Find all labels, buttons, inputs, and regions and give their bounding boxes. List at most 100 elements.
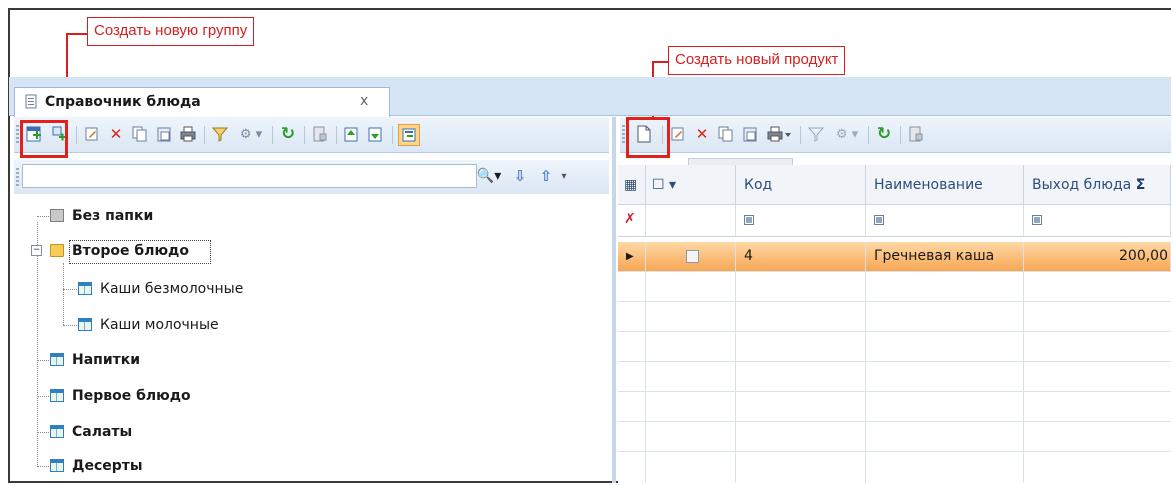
cell-name[interactable]: Гречневая каша <box>866 242 1024 271</box>
column-header-code[interactable]: Код <box>736 165 866 205</box>
tree-item-label: Каши молочные <box>100 317 219 333</box>
copy-icon[interactable] <box>130 124 150 144</box>
move-down-icon[interactable] <box>366 124 386 144</box>
table-row-empty <box>618 452 1171 482</box>
tree-line <box>37 396 49 398</box>
column-header-output[interactable]: Выход блюда Σ <box>1024 165 1171 205</box>
grid-line <box>865 272 866 483</box>
delete-icon[interactable]: ✕ <box>692 124 712 144</box>
cell-output[interactable]: 200,00 <box>1024 242 1171 271</box>
tools-dropdown-icon[interactable]: ⚙ ▾ <box>236 124 266 144</box>
refresh-icon[interactable]: ↻ <box>874 124 894 144</box>
more-options-icon[interactable]: ▾ <box>559 166 569 186</box>
folder-gray-icon <box>50 209 64 222</box>
separator <box>76 126 77 144</box>
annotation-new-group: Создать новую группу <box>87 17 255 46</box>
table-icon <box>78 282 92 295</box>
table-icon <box>50 459 64 472</box>
paste-icon[interactable] <box>740 124 760 144</box>
tree-item-label: Каши безмолочные <box>100 281 244 297</box>
select-all-header[interactable]: ☐ ▾ <box>646 165 736 205</box>
tree-line <box>37 466 49 468</box>
search-bar: 🔍▾ ⇩ ⇧ ▾ <box>14 160 609 194</box>
tools-dropdown-icon[interactable]: ⚙ ▾ <box>832 124 862 144</box>
edit-icon[interactable] <box>82 124 102 144</box>
export-icon[interactable] <box>906 124 926 144</box>
copy-icon[interactable] <box>716 124 736 144</box>
annotation-leader-h <box>66 33 87 35</box>
refresh-icon[interactable]: ↻ <box>278 124 298 144</box>
filter-row-indicator: ✗ <box>618 205 646 237</box>
separator <box>392 126 393 144</box>
table-row[interactable]: ▶ 4 Гречневая каша 200,00 <box>618 242 1171 272</box>
column-chooser-icon[interactable]: ▦ <box>618 165 646 205</box>
print-icon[interactable] <box>178 124 198 144</box>
row-indicator-icon: ▶ <box>618 242 646 271</box>
toolbar-grip[interactable] <box>16 125 19 145</box>
separator <box>900 126 901 144</box>
tree-item-label: Десерты <box>72 458 143 474</box>
filter-cell-output[interactable] <box>1024 205 1171 237</box>
folder-open-icon <box>50 244 64 257</box>
grid-line <box>735 272 736 483</box>
grid-line <box>1023 272 1024 483</box>
tree-line <box>37 432 49 434</box>
filter-cell-code[interactable] <box>736 205 866 237</box>
sum-icon: Σ <box>1135 177 1146 193</box>
collapse-toggle-icon[interactable]: − <box>31 245 42 256</box>
export-icon[interactable] <box>310 124 330 144</box>
next-result-icon[interactable]: ⇩ <box>510 166 530 186</box>
close-tab-icon[interactable]: x <box>360 93 368 109</box>
tree-line <box>37 216 49 218</box>
row-checkbox[interactable] <box>646 242 736 271</box>
tree-line <box>63 263 65 325</box>
tree-line <box>37 222 39 465</box>
filter-cell-name[interactable] <box>866 205 1024 237</box>
filter-condition-icon[interactable] <box>744 215 754 225</box>
separator <box>336 126 337 144</box>
tree-line <box>63 325 77 327</box>
focus-rectangle <box>69 240 211 264</box>
search-grip[interactable] <box>16 168 19 188</box>
table-row-empty <box>618 362 1171 392</box>
cell-code[interactable]: 4 <box>736 242 866 271</box>
filter-icon[interactable] <box>806 124 826 144</box>
tab-dishes-reference[interactable]: Справочник блюда x <box>14 87 390 117</box>
table-row-empty <box>618 422 1171 452</box>
toolbar-grip[interactable] <box>622 125 625 145</box>
move-up-icon[interactable] <box>342 124 362 144</box>
products-grid: ▦ ☐ ▾ Код Наименование Выход блюда Σ ✗ ▶… <box>618 165 1171 483</box>
tree-item-label: Без папки <box>72 208 154 224</box>
find-dropdown-icon[interactable]: 🔍▾ <box>474 166 504 186</box>
separator <box>868 126 869 144</box>
print-dropdown-icon[interactable] <box>764 124 794 144</box>
filter-cell[interactable] <box>646 205 736 237</box>
filter-icon[interactable] <box>210 124 230 144</box>
previous-result-icon[interactable]: ⇧ <box>536 166 556 186</box>
document-icon <box>25 94 39 114</box>
table-icon <box>50 425 64 438</box>
product-toolbar: ✕ ⚙ ▾ ↻ <box>620 117 1171 153</box>
tree-item-label: Напитки <box>72 352 141 368</box>
filter-condition-icon[interactable] <box>874 215 884 225</box>
table-row-empty <box>618 302 1171 332</box>
column-header-output-label: Выход блюда <box>1032 177 1132 193</box>
tree-view-toggle-icon[interactable] <box>398 124 420 146</box>
clear-filter-icon[interactable]: ✗ <box>624 211 636 227</box>
separator <box>304 126 305 144</box>
table-row-empty <box>618 392 1171 422</box>
filter-condition-icon[interactable] <box>1032 215 1042 225</box>
edit-icon[interactable] <box>668 124 688 144</box>
panel-splitter[interactable] <box>612 117 616 483</box>
tree-item-label: Салаты <box>72 424 133 440</box>
group-toolbar: ✕ ⚙ ▾ ↻ <box>14 117 609 153</box>
table-row-empty <box>618 332 1171 362</box>
table-row-empty <box>618 272 1171 302</box>
column-header-name[interactable]: Наименование <box>866 165 1024 205</box>
table-icon <box>78 318 92 331</box>
delete-icon[interactable]: ✕ <box>106 124 126 144</box>
separator <box>272 126 273 144</box>
search-input[interactable] <box>22 164 477 188</box>
tab-title: Справочник блюда <box>45 94 201 110</box>
paste-icon[interactable] <box>154 124 174 144</box>
